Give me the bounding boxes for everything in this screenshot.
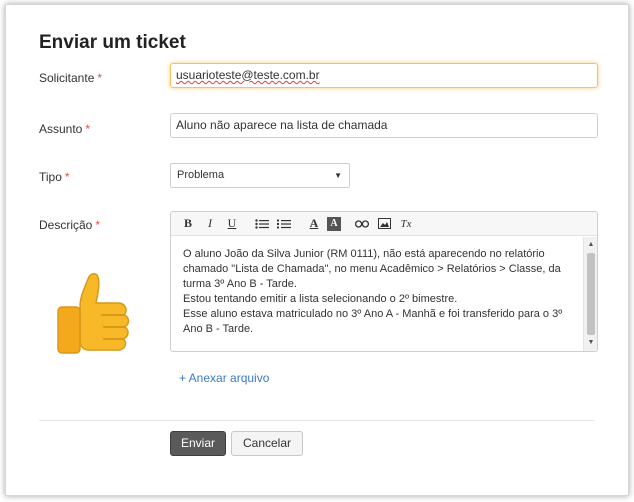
type-label-text: Tipo [39,170,62,184]
numbered-list-icon[interactable] [275,216,293,232]
divider [39,420,595,421]
clear-format-icon[interactable]: Tx [397,216,415,232]
chevron-down-icon: ▼ [334,171,342,180]
subject-label-text: Assunto [39,122,83,136]
subject-value: Aluno não aparece na lista de chamada [176,118,388,132]
requester-label-text: Solicitante [39,71,95,85]
link-icon[interactable] [353,216,371,232]
form-title: Enviar um ticket [39,32,186,53]
italic-icon[interactable]: I [201,216,219,232]
submit-button[interactable]: Enviar [170,431,226,456]
requester-input[interactable]: usuarioteste@teste.com.br [170,63,598,88]
type-select[interactable]: Problema ▼ [170,163,350,188]
background-color-icon[interactable]: A [327,216,341,231]
requester-label: Solicitante * [39,71,102,85]
required-mark: * [85,122,91,136]
ticket-form-window: Enviar um ticket Solicitante * usuariotes… [5,4,629,496]
description-paragraph: Esse aluno estava matriculado no 3º Ano … [183,308,563,335]
subject-label: Assunto * [39,122,90,136]
bold-icon[interactable]: B [179,216,197,232]
description-label-text: Descrição [39,218,93,232]
underline-icon[interactable]: U [223,216,241,232]
subject-input[interactable]: Aluno não aparece na lista de chamada [170,113,598,138]
description-paragraph: Estou tentando emitir a lista selecionan… [183,293,458,305]
required-mark: * [95,218,101,232]
description-editor[interactable]: B I U A A Tx O aluno João da Silva Junio… [170,211,598,352]
bulleted-list-icon[interactable] [253,216,271,232]
type-label: Tipo * [39,170,70,184]
required-mark: * [97,71,103,85]
description-label: Descrição * [39,218,100,232]
description-paragraph: O aluno João da Silva Junior (RM 0111), … [183,248,561,290]
editor-toolbar: B I U A A Tx [171,212,597,236]
scroll-up-icon[interactable]: ▲ [584,239,597,251]
description-text-area[interactable]: O aluno João da Silva Junior (RM 0111), … [171,237,583,351]
text-color-icon[interactable]: A [305,216,323,232]
scroll-thumb[interactable] [587,253,595,335]
cancel-button[interactable]: Cancelar [231,431,303,456]
thumbs-up-icon [44,263,144,366]
scroll-down-icon[interactable]: ▼ [584,337,597,349]
attach-file-link[interactable]: + Anexar arquivo [179,371,269,385]
requester-value: usuarioteste@teste.com.br [176,68,320,82]
required-mark: * [64,170,70,184]
editor-scrollbar[interactable]: ▲ ▼ [583,237,597,351]
type-selected-value: Problema [177,169,225,181]
image-icon[interactable] [375,216,393,232]
